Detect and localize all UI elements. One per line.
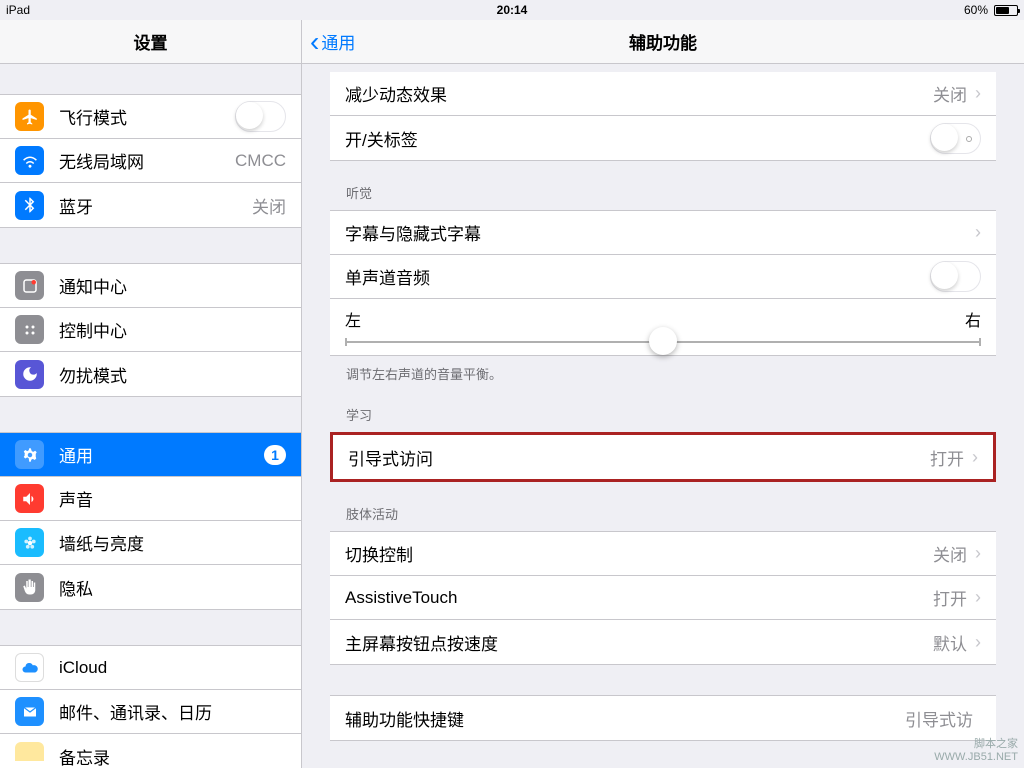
device-label: iPad [6,3,30,17]
row-label: 引导式访问 [348,445,930,470]
row-mono-audio[interactable]: 单声道音频 [330,255,996,299]
sidebar-item-notifications[interactable]: 通知中心 [0,264,301,308]
clock: 20:14 [497,3,528,17]
cloud-icon [15,653,44,682]
balance-slider[interactable] [345,341,981,343]
row-value: 引导式访 [905,706,973,731]
row-label: AssistiveTouch [345,588,933,608]
sidebar-item-label: 备忘录 [59,744,286,768]
chevron-left-icon: ‹ [310,28,319,56]
chevron-right-icon: › [975,632,981,653]
sidebar-item-privacy[interactable]: 隐私 [0,565,301,609]
sidebar-item-label: 控制中心 [59,317,286,342]
row-value: 关闭 [933,541,967,566]
notes-icon [15,742,44,768]
mono-audio-toggle[interactable] [930,261,981,292]
sidebar-item-general[interactable]: 通用 1 [0,433,301,477]
sidebar-item-label: 邮件、通讯录、日历 [59,699,286,724]
chevron-right-icon: › [975,587,981,608]
balance-left-label: 左 [345,307,361,331]
row-guided-access[interactable]: 引导式访问 打开 › [333,435,993,479]
mail-icon [15,697,44,726]
chevron-right-icon: › [975,222,981,243]
notifications-icon [15,271,44,300]
chevron-right-icon: › [975,83,981,104]
sidebar-item-label: 蓝牙 [59,193,252,218]
chevron-right-icon: › [975,543,981,564]
airplane-toggle[interactable] [235,101,286,132]
airplane-icon [15,102,44,131]
main-header: ‹ 通用 辅助功能 [302,20,1024,64]
row-label: 减少动态效果 [345,81,933,106]
sidebar-item-label: 无线局域网 [59,148,235,173]
sidebar-item-label: 隐私 [59,575,286,600]
sidebar-header: 设置 [0,20,301,64]
sidebar-item-icloud[interactable]: iCloud [0,646,301,690]
row-subtitles[interactable]: 字幕与隐藏式字幕 › [330,211,996,255]
wifi-icon [15,146,44,175]
sidebar-item-mail[interactable]: 邮件、通讯录、日历 [0,690,301,734]
row-value: 关闭 [933,81,967,106]
back-label: 通用 [321,29,355,54]
bluetooth-icon [15,191,44,220]
row-label: 开/关标签 [345,126,930,151]
row-label: 切换控制 [345,541,933,566]
hand-icon [15,573,44,602]
row-audio-balance[interactable]: 左 右 [330,299,996,355]
bluetooth-value: 关闭 [252,193,286,218]
row-value: 打开 [933,585,967,610]
battery-pct: 60% [964,3,988,17]
sidebar-item-wallpaper[interactable]: 墙纸与亮度 [0,521,301,565]
section-footer-hearing: 调节左右声道的音量平衡。 [302,356,1024,383]
row-accessibility-shortcut[interactable]: 辅助功能快捷键 引导式访 [330,696,996,740]
battery-icon [994,5,1018,16]
row-value: 打开 [930,445,964,470]
slider-knob[interactable] [649,327,677,355]
general-badge: 1 [264,445,286,465]
sidebar-item-sounds[interactable]: 声音 [0,477,301,521]
on-off-labels-toggle[interactable] [930,123,981,154]
sidebar-item-dnd[interactable]: 勿扰模式 [0,352,301,396]
row-label: 字幕与隐藏式字幕 [345,220,975,245]
sidebar-item-wifi[interactable]: 无线局域网 CMCC [0,139,301,183]
moon-icon [15,360,44,389]
sidebar-item-label: 通用 [59,442,264,467]
flower-icon [15,528,44,557]
row-assistive-touch[interactable]: AssistiveTouch 打开 › [330,576,996,620]
gear-icon [15,440,44,469]
settings-sidebar: 设置 飞行模式 无线局域网 CMCC 蓝牙 关闭 [0,20,302,768]
status-bar: iPad 20:14 60% [0,0,1024,20]
sidebar-item-label: 墙纸与亮度 [59,530,286,555]
row-label: 辅助功能快捷键 [345,706,905,731]
sidebar-title: 设置 [134,29,168,54]
sidebar-item-label: 飞行模式 [59,104,235,129]
back-button[interactable]: ‹ 通用 [302,28,355,56]
sidebar-item-label: 声音 [59,486,286,511]
section-header-hearing: 听觉 [302,161,1024,210]
watermark: 脚本之家 WWW.JB51.NET [934,738,1018,764]
row-value: 默认 [933,630,967,655]
chevron-right-icon: › [972,447,978,468]
row-on-off-labels[interactable]: 开/关标签 [330,116,996,160]
main-panel: ‹ 通用 辅助功能 减少动态效果 关闭 › 开/关标签 听觉 字幕与隐 [302,20,1024,768]
row-switch-control[interactable]: 切换控制 关闭 › [330,532,996,576]
section-header-learning: 学习 [302,383,1024,432]
sidebar-item-airplane[interactable]: 飞行模式 [0,95,301,139]
row-label: 主屏幕按钮点按速度 [345,630,933,655]
sidebar-item-bluetooth[interactable]: 蓝牙 关闭 [0,183,301,227]
wifi-network-value: CMCC [235,151,286,171]
sidebar-item-label: 通知中心 [59,273,286,298]
row-home-click-speed[interactable]: 主屏幕按钮点按速度 默认 › [330,620,996,664]
sidebar-item-label: 勿扰模式 [59,362,286,387]
sidebar-item-control-center[interactable]: 控制中心 [0,308,301,352]
control-center-icon [15,315,44,344]
row-reduce-motion[interactable]: 减少动态效果 关闭 › [330,72,996,116]
sidebar-item-label: iCloud [59,658,286,678]
balance-right-label: 右 [965,307,981,331]
sidebar-item-notes[interactable]: 备忘录 [0,734,301,768]
speaker-icon [15,484,44,513]
row-label: 单声道音频 [345,264,930,289]
section-header-physical: 肢体活动 [302,482,1024,531]
page-title: 辅助功能 [629,29,697,54]
